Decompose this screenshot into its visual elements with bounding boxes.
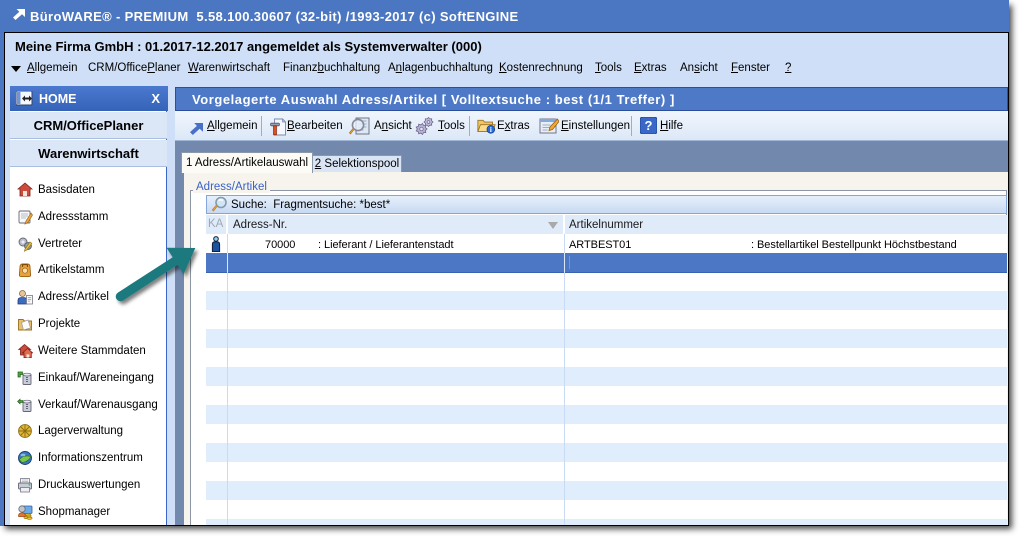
svg-text:?: ? [645, 118, 653, 133]
svg-text:i: i [490, 127, 492, 134]
